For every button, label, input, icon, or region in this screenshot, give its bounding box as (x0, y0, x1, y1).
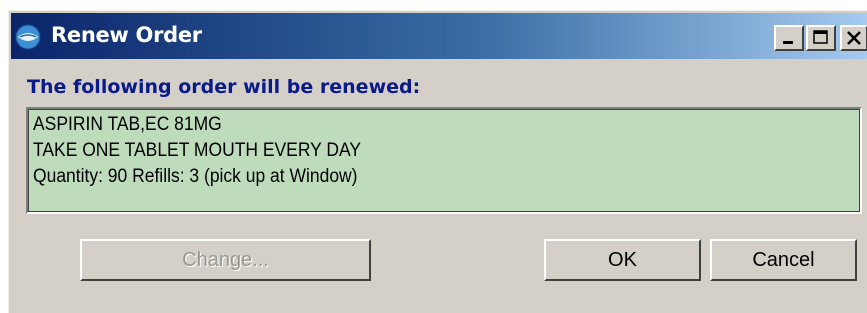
window-title: Renew Order (51, 23, 202, 47)
order-drug-line: ASPIRIN TAB,EC 81MG (33, 114, 222, 135)
minimize-icon (783, 41, 793, 44)
renew-heading: The following order will be renewed: (27, 76, 421, 98)
title-bar[interactable]: Renew Order (11, 13, 867, 59)
maximize-icon (813, 30, 828, 44)
cancel-button[interactable]: Cancel (710, 239, 857, 281)
order-quantity-line: Quantity: 90 Refills: 3 (pick up at Wind… (33, 166, 358, 187)
ok-button[interactable]: OK (544, 239, 701, 281)
order-details-box: ASPIRIN TAB,EC 81MG TAKE ONE TABLET MOUT… (26, 107, 862, 214)
order-sig-line: TAKE ONE TABLET MOUTH EVERY DAY (33, 140, 362, 161)
app-icon (15, 24, 41, 50)
close-icon (847, 31, 861, 45)
minimize-button[interactable] (774, 25, 804, 51)
change-button[interactable]: Change... (80, 239, 371, 281)
close-button[interactable] (840, 25, 867, 51)
maximize-button[interactable] (806, 25, 836, 51)
renew-order-dialog: Renew Order The following order will be … (8, 10, 867, 313)
